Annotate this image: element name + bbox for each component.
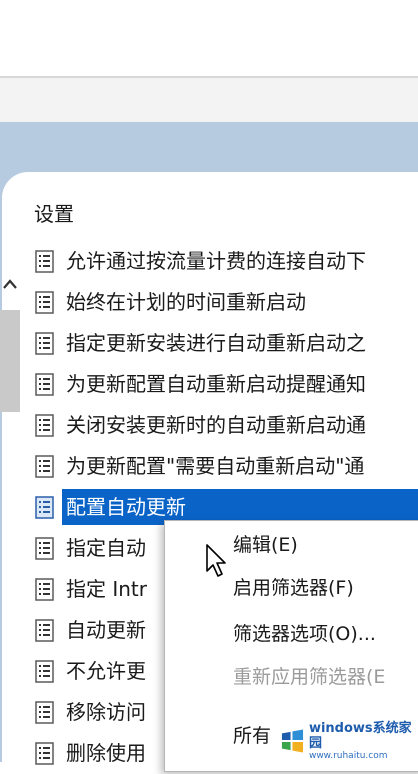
policy-label: 自动更新 (66, 618, 146, 642)
menu-item-reapply-filter: 重新应用筛选器(E (233, 666, 386, 688)
policy-setting-icon (34, 496, 56, 524)
policy-row[interactable]: 关闭安装更新时的自动重新启动通 (0, 405, 418, 446)
policy-label: 删除使用 (66, 741, 146, 765)
header-band (0, 78, 418, 122)
section-header-settings: 设置 (34, 202, 74, 226)
policy-setting-icon (34, 414, 56, 442)
watermark-url: www.ruhaitu.com (308, 750, 388, 761)
policy-row[interactable]: 始终在计划的时间重新启动 (0, 282, 418, 323)
menu-item-filter-options[interactable]: 筛选器选项(O)... (233, 622, 376, 646)
policy-label: 不允许更 (66, 659, 146, 683)
policy-label: 指定自动 (66, 536, 146, 560)
policy-label: 允许通过按流量计费的连接自动下 (66, 249, 366, 273)
policy-label: 关闭安装更新时的自动重新启动通 (66, 413, 366, 437)
policy-setting-icon (34, 291, 56, 319)
windows-logo-icon (281, 729, 304, 753)
menu-item-edit[interactable]: 编辑(E) (233, 533, 298, 557)
policy-setting-icon (34, 578, 56, 606)
top-blank-area (0, 0, 418, 76)
watermark: windows系统家园 www.ruhaitu.com (280, 720, 418, 761)
policy-label: 配置自动更新 (66, 495, 186, 519)
policy-setting-icon (34, 701, 56, 729)
policy-label: 为更新配置"需要自动重新启动"通 (66, 454, 365, 478)
policy-label: 为更新配置自动重新启动提醒通知 (66, 372, 366, 396)
policy-setting-icon (34, 250, 56, 278)
policy-label: 指定 Intr (66, 577, 147, 601)
policy-row[interactable]: 为更新配置自动重新启动提醒通知 (0, 364, 418, 405)
policy-setting-icon (34, 742, 56, 770)
policy-row[interactable]: 指定更新安装进行自动重新启动之 (0, 323, 418, 364)
policy-label: 指定更新安装进行自动重新启动之 (66, 331, 366, 355)
policy-setting-icon (34, 660, 56, 688)
policy-setting-icon (34, 455, 56, 483)
menu-item-all-tasks[interactable]: 所有 (233, 724, 271, 748)
policy-row[interactable]: 为更新配置"需要自动重新启动"通 (0, 446, 418, 487)
policy-label: 始终在计划的时间重新启动 (66, 290, 306, 314)
policy-setting-icon (34, 373, 56, 401)
policy-setting-icon (34, 619, 56, 647)
policy-setting-icon (34, 537, 56, 565)
policy-label: 移除访问 (66, 700, 146, 724)
menu-item-enable-filter[interactable]: 启用筛选器(F) (233, 576, 354, 600)
watermark-title: windows系统家园 (308, 720, 412, 751)
policy-setting-icon (34, 332, 56, 360)
policy-row[interactable]: 允许通过按流量计费的连接自动下 (0, 241, 418, 282)
mouse-cursor-icon (205, 543, 231, 583)
